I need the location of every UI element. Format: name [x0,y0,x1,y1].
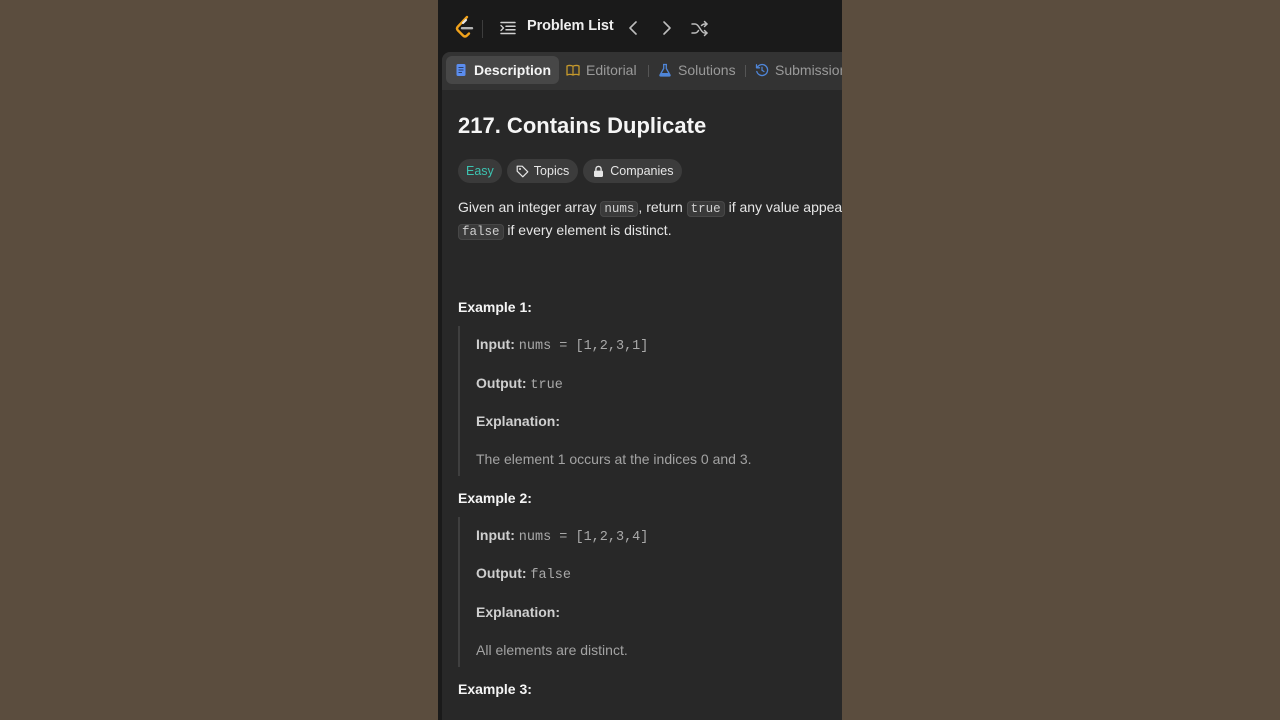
input-label: Input: [476,336,515,352]
tab-description[interactable]: Description [446,56,560,84]
description-panel: Description Editorial Solutions Submissi… [442,52,842,720]
tab-label: Editorial [586,62,637,78]
example-1-explanation-label: Explanation: [476,413,560,429]
problem-content: 217. Contains Duplicate Easy Topics Comp… [458,90,842,720]
lock-icon [594,165,604,177]
companies-button[interactable]: Companies [583,159,683,183]
output-label: Output: [476,375,527,391]
difficulty-badge: Easy [458,159,502,183]
topics-button[interactable]: Topics [506,159,579,183]
input-value: nums = [1,2,3,4] [518,530,649,545]
example-2-input: Input: nums = [1,2,3,4] [476,527,648,545]
tag-icon [516,165,529,177]
panel-tabbar: Description Editorial Solutions Submissi… [442,52,842,90]
leetcode-logo-icon[interactable] [454,15,476,41]
example-1-output: Output: true [476,375,563,393]
problem-list-link[interactable]: Problem List [527,18,614,34]
tab-separator [648,65,649,77]
chevron-right-icon[interactable] [660,19,674,37]
companies-label: Companies [610,164,674,178]
divider [482,20,483,38]
book-icon [566,64,580,76]
problem-title[interactable]: 217. Contains Duplicate [458,113,706,139]
description-line-2: false if every element is distinct. [458,220,842,243]
output-label: Output: [476,565,527,581]
tab-label: Description [474,62,552,78]
desc-text: , return [638,199,687,215]
inline-code-nums: nums [600,201,639,217]
inline-code-true: true [686,201,725,217]
problem-description: Given an integer array nums, return true… [458,197,842,243]
output-value: false [530,568,571,583]
input-value: nums = [1,2,3,1] [518,339,649,354]
example-2-output: Output: false [476,565,571,583]
explanation-label: Explanation: [476,413,561,429]
example-1-input: Input: nums = [1,2,3,1] [476,336,648,354]
example-2-block: Input: nums = [1,2,3,4] Output: false Ex… [458,517,840,667]
example-1-title: Example 1: [458,299,532,315]
description-line-1: Given an integer array nums, return true… [458,197,842,220]
topics-label: Topics [533,164,570,178]
desc-text: if any value appears at least twice in t… [728,199,842,215]
example-3-title: Example 3: [458,681,532,697]
desc-text: Given an integer array [458,199,601,215]
shuffle-icon[interactable] [691,19,709,37]
example-2-title: Example 2: [458,490,532,506]
desc-text: if every element is distinct. [503,222,672,238]
input-label: Input: [476,527,515,543]
chevron-left-icon[interactable] [626,19,640,37]
tab-submissions[interactable]: Submissions [755,56,842,84]
example-1-block: Input: nums = [1,2,3,1] Output: true Exp… [458,326,840,476]
example-1-explanation: The element 1 occurs at the indices 0 an… [476,451,752,467]
flask-icon [659,63,671,77]
tab-solutions[interactable]: Solutions [658,56,736,84]
tab-label: Solutions [678,62,736,78]
explanation-label: Explanation: [476,604,561,620]
app-window: Problem List Description Editorial Solut… [438,0,842,720]
tab-separator [745,65,746,77]
top-navbar: Problem List [438,4,842,52]
list-icon[interactable] [500,20,516,36]
description-icon [456,64,466,76]
tab-label: Submissions [775,62,842,78]
problem-tags: Easy Topics Companies [458,159,683,183]
example-2-explanation-label: Explanation: [476,604,560,620]
history-icon [755,63,769,77]
inline-code-false: false [458,224,504,240]
output-value: true [530,378,563,393]
tab-editorial[interactable]: Editorial [566,56,637,84]
example-2-explanation: All elements are distinct. [476,642,628,658]
